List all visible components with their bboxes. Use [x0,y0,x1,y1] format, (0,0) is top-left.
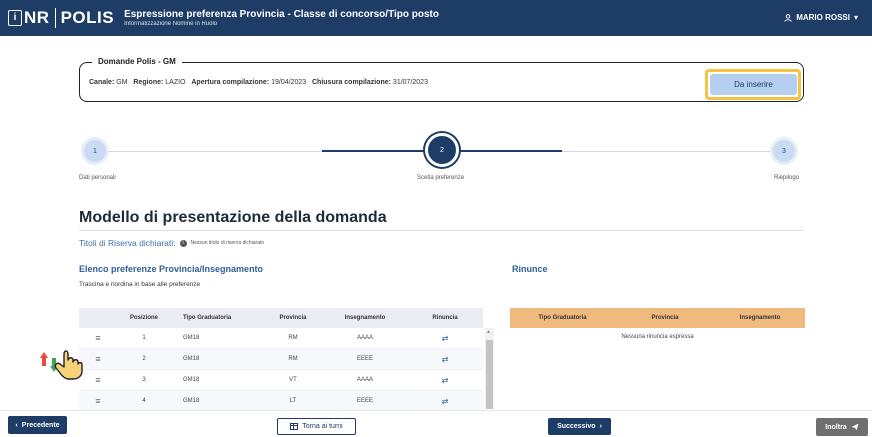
torna-ai-turni-button[interactable]: Torna ai turni [277,418,356,435]
preferences-section-title: Elenco preferenze Provincia/Insegnamento [79,264,264,274]
titoli-label: Titoli di Riserva dichiarati: [79,238,176,248]
previous-button[interactable]: ‹ Precedente [8,416,67,434]
cell-tipo: GM18 [183,398,200,404]
cell-insegnamento: AAAA [356,377,373,383]
stepper-line-active-left [322,150,425,152]
cell-posizione: 2 [142,356,146,362]
send-icon [851,423,859,431]
chiusura-value: 31/07/2023 [392,79,428,86]
cell-provincia: RM [288,356,298,362]
drag-handle-icon[interactable]: ≡ [79,396,117,406]
preferences-section-hint: Trascina e riordina in base alle prefere… [79,281,201,288]
swap-icon[interactable]: ⇄ [407,397,483,406]
chevron-right-icon: › [599,423,602,430]
preferences-scrollbar-thumb[interactable] [486,340,493,409]
swap-icon[interactable]: ⇄ [407,376,483,385]
preferences-table: Posizione Tipo Graduatoria Provincia Ins… [79,308,483,412]
col-header-posizione: Posizione [129,315,158,321]
cell-posizione: 4 [142,398,146,404]
heading-divider [79,230,804,231]
canale-value: GM [116,79,128,86]
inr-polis-logo[interactable]: i NR POLIS [0,8,114,28]
swap-icon[interactable]: ⇄ [407,355,483,364]
step-2-circle[interactable]: 2 [425,133,459,167]
step-3-circle[interactable]: 3 [770,137,798,165]
apertura-value: 19/04/2023 [271,79,307,86]
cell-insegnamento: EEEE [356,398,373,404]
cell-tipo: GM18 [183,335,200,341]
titoli-value: Nessun titolo di riserva dichiarato [190,240,265,246]
scroll-up-arrow-icon[interactable]: ▲ [486,329,491,335]
table-row[interactable]: ≡ 4 GM18 LT EEEE ⇄ [79,391,483,412]
card-info-line: Canale: GM Regione: LAZIO Apertura compi… [89,79,428,86]
stepper-line-right [562,151,770,152]
cell-posizione: 3 [142,377,146,383]
app-header: i NR POLIS Espressione preferenza Provin… [0,0,872,36]
drag-handle-icon[interactable]: ≡ [79,333,117,343]
chevron-left-icon: ‹ [15,421,18,429]
user-menu[interactable]: MARIO ROSSI ▾ [784,13,858,22]
regione-label: Regione: [133,79,164,86]
table-row[interactable]: ≡ 2 GM18 RM EEEE ⇄ [79,349,483,370]
cell-insegnamento: EEEE [356,356,373,362]
app-subtitle: Informatizzazione Nomine in Ruolo [124,21,218,27]
cell-tipo: GM18 [183,356,200,362]
col-header-tipo: Tipo Graduatoria [183,315,232,321]
col-header-insegnamento: Insegnamento [344,315,386,321]
cell-provincia: VT [289,377,297,383]
app-title: Espressione preferenza Provincia - Class… [124,9,439,20]
step-2-label: Scelta preferenze [417,175,465,181]
regione-value: LAZIO [165,79,186,86]
rinunce-empty-message: Nessuna rinuncia espressa [621,334,694,340]
apertura-label: Apertura compilazione: [191,79,270,86]
rinunce-table-header: Tipo Graduatoria Provincia Insegnamento [510,308,805,328]
status-da-inserire-button[interactable]: Da inserire [710,74,797,95]
user-icon [784,13,792,22]
page-title: Modello di presentazione della domanda [79,209,387,226]
step-1-circle[interactable]: 1 [81,137,109,165]
rinunce-table: Tipo Graduatoria Provincia Insegnamento … [510,308,805,346]
rinunce-col-provincia: Provincia [651,315,679,321]
canale-label: Canale: [89,79,115,86]
col-header-provincia: Provincia [279,315,307,321]
table-row[interactable]: ≡ 1 GM18 RM AAAA ⇄ [79,328,483,349]
inoltra-button[interactable]: Inoltra [816,418,868,436]
step-3-label: Riepilogo [774,175,800,181]
cell-tipo: GM18 [183,377,200,383]
table-icon [290,423,299,430]
cell-posizione: 1 [142,335,146,341]
drag-hand-icon [40,350,83,380]
stepper-line-left [109,151,322,152]
torna-ai-turni-label: Torna ai turni [302,423,343,430]
logo-polis-text: POLIS [60,8,115,27]
info-icon: i [179,239,187,247]
chevron-down-icon: ▾ [853,13,858,22]
col-header-rinuncia: Rinuncia [432,315,458,321]
logo-separator [54,8,56,28]
cell-provincia: RM [288,335,298,341]
next-button-label: Successivo [557,423,596,430]
info-logo-icon: i [8,10,22,26]
stepper-line-active-right [459,150,562,152]
titoli-riserva: Titoli di Riserva dichiarati: i Nessun t… [79,238,264,248]
cell-provincia: LT [289,398,297,404]
swap-icon[interactable]: ⇄ [407,334,483,343]
user-name: MARIO ROSSI [796,13,850,22]
previous-button-label: Precedente [21,421,60,429]
card-title: Domande Polis - GM [92,57,182,66]
rinunce-col-insegnamento: Insegnamento [739,315,781,321]
cell-insegnamento: AAAA [356,335,373,341]
app-title-block: Espressione preferenza Provincia - Class… [124,9,439,27]
table-row[interactable]: ≡ 3 GM18 VT AAAA ⇄ [79,370,483,391]
bottom-action-bar [0,410,872,437]
chiusura-label: Chiusura compilazione: [312,79,391,86]
rinunce-col-tipo: Tipo Graduatoria [538,315,587,321]
logo-nr-text: NR [24,8,50,27]
next-button[interactable]: Successivo › [548,418,611,435]
domanda-info-card: Domande Polis - GM Canale: GM Regione: L… [79,57,804,102]
inoltra-button-label: Inoltra [825,423,847,431]
step-1-label: Dati personali [79,175,116,181]
preferences-table-header: Posizione Tipo Graduatoria Provincia Ins… [79,308,483,328]
rinunce-section-title: Rinunce [512,264,548,274]
